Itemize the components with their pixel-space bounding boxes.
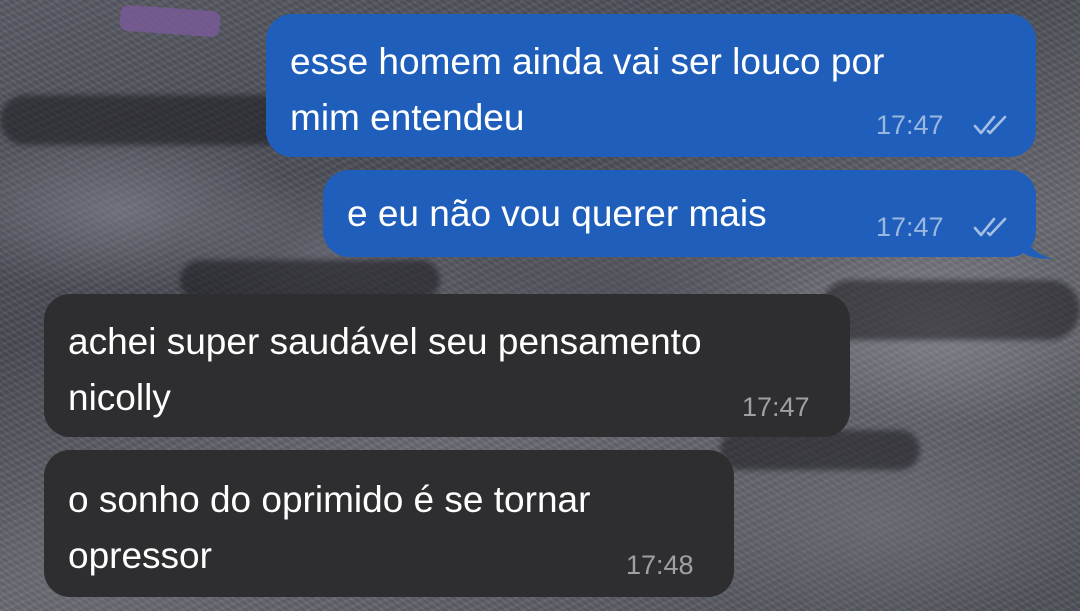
message-bubble-incoming[interactable]: o sonho do oprimido é se tornar opressor… bbox=[44, 450, 734, 597]
message-time: 17:47 bbox=[742, 392, 810, 422]
message-time: 17:48 bbox=[626, 550, 694, 580]
message-bubble-outgoing[interactable]: esse homem ainda vai ser louco por mim e… bbox=[266, 14, 1036, 157]
message-time: 17:47 bbox=[876, 110, 944, 140]
bubble-tail bbox=[1021, 228, 1053, 259]
double-check-icon bbox=[973, 115, 1007, 135]
double-check-icon bbox=[973, 217, 1007, 237]
message-text: o sonho do oprimido é se tornar opressor bbox=[68, 479, 591, 576]
message-bubble-outgoing[interactable]: e eu não vou querer mais 17:47 bbox=[323, 170, 1036, 257]
wallpaper-shadow bbox=[820, 280, 1080, 340]
message-bubble-incoming[interactable]: achei super saudável seu pensamento nico… bbox=[44, 294, 850, 437]
message-text: achei super saudável seu pensamento nico… bbox=[68, 321, 702, 418]
message-time: 17:47 bbox=[876, 212, 944, 242]
